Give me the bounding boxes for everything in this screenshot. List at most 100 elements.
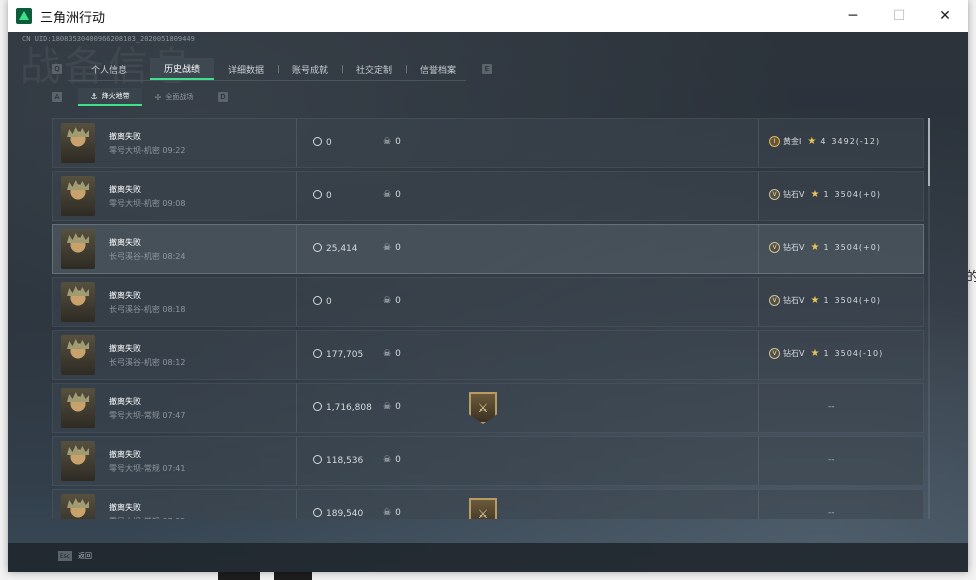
match-value-text: 0 bbox=[326, 191, 332, 201]
coin-icon bbox=[313, 349, 322, 358]
match-history-list: 撤离失败 零号大坝-机密 09:22 0 ☠ 0 I 黄金I ★ 4 3492(-12) 撤离失败零… bbox=[52, 118, 924, 519]
match-row[interactable]: 撤离失败 零号大坝-机密 09:22 0 ☠ 0 I 黄金I ★ 4 3492(-12) bbox=[52, 118, 924, 168]
row-divider bbox=[296, 119, 297, 167]
main-tabs: Q 个人信息 历史战绩 详细数据 账号成就 社交定制 信誉档案 E bbox=[52, 58, 492, 80]
extraction-icon: ⚓ bbox=[90, 91, 98, 101]
title-bar: 三角洲行动 ─ ☐ ✕ bbox=[8, 0, 968, 32]
match-kills: ☠ 0 bbox=[383, 349, 401, 359]
match-kills: ☠ 0 bbox=[383, 243, 401, 253]
subtab-battlefield-label: 全面战场 bbox=[165, 93, 194, 101]
star-icon: ★ bbox=[810, 189, 820, 200]
row-divider bbox=[758, 119, 759, 167]
rank-info: V 钻石V ★ 1 3504(+0) bbox=[769, 295, 881, 306]
tab-prev-key[interactable]: Q bbox=[52, 64, 62, 74]
match-kills: ☠ 0 bbox=[383, 190, 401, 200]
tab-personal-info[interactable]: 个人信息 bbox=[68, 58, 150, 80]
skull-icon: ☠ bbox=[383, 243, 392, 253]
match-row[interactable]: 撤离失败 零号大坝-常规 07:41 118,536 ☠ 0 -- bbox=[52, 436, 924, 486]
esc-key-hint[interactable]: Esc bbox=[58, 551, 72, 561]
match-row[interactable]: 撤离失败 长弓溪谷-机密 08:12 177,705 ☠ 0 V 钻石V ★ 1 3504(-10… bbox=[52, 330, 924, 380]
skull-icon: ☠ bbox=[383, 349, 392, 359]
gold-rank-icon: I bbox=[769, 136, 780, 147]
match-value-text: 177,705 bbox=[326, 350, 364, 360]
match-row[interactable]: 撤离失败 长弓溪谷-机密 08:18 0 ☠ 0 V 钻石V ★ 1 3504(+0) bbox=[52, 277, 924, 327]
rank-name: 钻石V bbox=[783, 349, 805, 358]
row-divider bbox=[758, 437, 759, 485]
match-result: 撤离失败 bbox=[109, 450, 141, 459]
subtab-next-key[interactable]: D bbox=[218, 92, 228, 102]
match-kills: ☠ 0 bbox=[383, 137, 401, 147]
match-row[interactable]: 撤离失败零号大坝-常规 07:35 189,540 ☠0 ⚔ -- bbox=[52, 489, 924, 519]
match-kills-text: 0 bbox=[395, 508, 401, 518]
operator-avatar bbox=[61, 388, 95, 428]
tab-next-key[interactable]: E bbox=[482, 64, 492, 74]
close-button[interactable]: ✕ bbox=[922, 0, 968, 32]
back-label[interactable]: 返回 bbox=[78, 551, 92, 561]
subtab-battlefield[interactable]: ✢ 全面战场 bbox=[142, 88, 206, 106]
skull-icon: ☠ bbox=[383, 402, 392, 412]
match-row[interactable]: 撤离失败 长弓溪谷-机密 08:24 25,414 ☠ 0 V 钻石V ★ 1 3504(+0) bbox=[52, 224, 924, 274]
tab-match-history[interactable]: 历史战绩 bbox=[150, 58, 214, 80]
rank-stars: 1 bbox=[823, 296, 829, 305]
match-result: 撤离失败 bbox=[109, 397, 141, 406]
row-divider bbox=[758, 278, 759, 326]
rank-info: I 黄金I ★ 4 3492(-12) bbox=[769, 136, 880, 147]
match-map-time: 零号大坝-机密 09:22 bbox=[109, 146, 186, 155]
match-value: 118,536 bbox=[313, 455, 363, 466]
subtab-extraction[interactable]: ⚓ 烽火地带 bbox=[78, 88, 142, 106]
close-icon: ✕ bbox=[939, 8, 951, 24]
row-divider bbox=[296, 278, 297, 326]
minimize-icon: ─ bbox=[848, 8, 858, 24]
match-map-time: 长弓溪谷-机密 08:18 bbox=[109, 305, 186, 314]
skull-icon: ☠ bbox=[383, 455, 392, 465]
row-divider bbox=[758, 384, 759, 432]
match-row[interactable]: 撤离失败 零号大坝-机密 09:08 0 ☠ 0 V 钻石V ★ 1 3504(+0) bbox=[52, 171, 924, 221]
rank-stars: 1 bbox=[823, 190, 829, 199]
match-map-time: 零号大坝-常规 07:47 bbox=[109, 411, 186, 420]
row-divider bbox=[296, 172, 297, 220]
rank-empty: -- bbox=[828, 508, 835, 518]
tab-social[interactable]: 社交定制 bbox=[342, 58, 406, 80]
tab-reputation[interactable]: 信誉档案 bbox=[406, 58, 470, 80]
match-kills-text: 0 bbox=[395, 296, 401, 306]
row-divider bbox=[758, 172, 759, 220]
match-result: 撤离失败 bbox=[109, 291, 141, 300]
subtab-extraction-label: 烽火地带 bbox=[101, 92, 130, 100]
tab-detailed-data[interactable]: 详细数据 bbox=[214, 58, 278, 80]
match-kills: ☠ 0 bbox=[383, 508, 401, 518]
maximize-button[interactable]: ☐ bbox=[876, 0, 922, 32]
rank-score: 3504(+0) bbox=[834, 243, 881, 252]
app-icon bbox=[16, 8, 32, 24]
match-kills: ☠ 0 bbox=[383, 296, 401, 306]
row-divider bbox=[758, 490, 759, 519]
minimize-button[interactable]: ─ bbox=[830, 0, 876, 32]
achievement-badge-icon[interactable]: ⚔ bbox=[469, 392, 497, 424]
operator-avatar bbox=[61, 335, 95, 375]
tab-achievements[interactable]: 账号成就 bbox=[278, 58, 342, 80]
row-divider bbox=[296, 331, 297, 379]
match-row[interactable]: 撤离失败 零号大坝-常规 07:47 1,716,808 ☠ 0 ⚔ -- bbox=[52, 383, 924, 433]
match-value-text: 0 bbox=[326, 297, 332, 307]
match-map-time: 零号大坝-机密 09:08 bbox=[109, 199, 186, 208]
match-value-text: 118,536 bbox=[326, 456, 364, 466]
match-kills: ☠ 0 bbox=[383, 455, 401, 465]
star-icon: ★ bbox=[810, 348, 820, 359]
rank-score: 3504(+0) bbox=[834, 190, 881, 199]
match-kills-text: 0 bbox=[395, 402, 401, 412]
rank-stars: 1 bbox=[823, 349, 829, 358]
match-value: 0 bbox=[313, 137, 332, 148]
subtab-prev-key[interactable]: A bbox=[52, 92, 62, 102]
star-icon: ★ bbox=[810, 242, 820, 253]
achievement-badge-icon[interactable]: ⚔ bbox=[469, 498, 497, 519]
match-value: 0 bbox=[313, 190, 332, 201]
match-kills: ☠ 0 bbox=[383, 402, 401, 412]
scrollbar-thumb[interactable] bbox=[928, 118, 930, 186]
operator-avatar bbox=[61, 123, 95, 163]
operator-avatar bbox=[61, 494, 95, 519]
match-result: 撤离失败 bbox=[109, 238, 141, 247]
game-window: 三角洲行动 ─ ☐ ✕ 战备信息 CN UID:1808353040096620… bbox=[8, 0, 968, 572]
window-controls: ─ ☐ ✕ bbox=[830, 0, 968, 32]
diamond-rank-icon: V bbox=[769, 189, 780, 200]
rank-info: V 钻石V ★ 1 3504(+0) bbox=[769, 242, 881, 253]
coin-icon bbox=[313, 402, 322, 411]
